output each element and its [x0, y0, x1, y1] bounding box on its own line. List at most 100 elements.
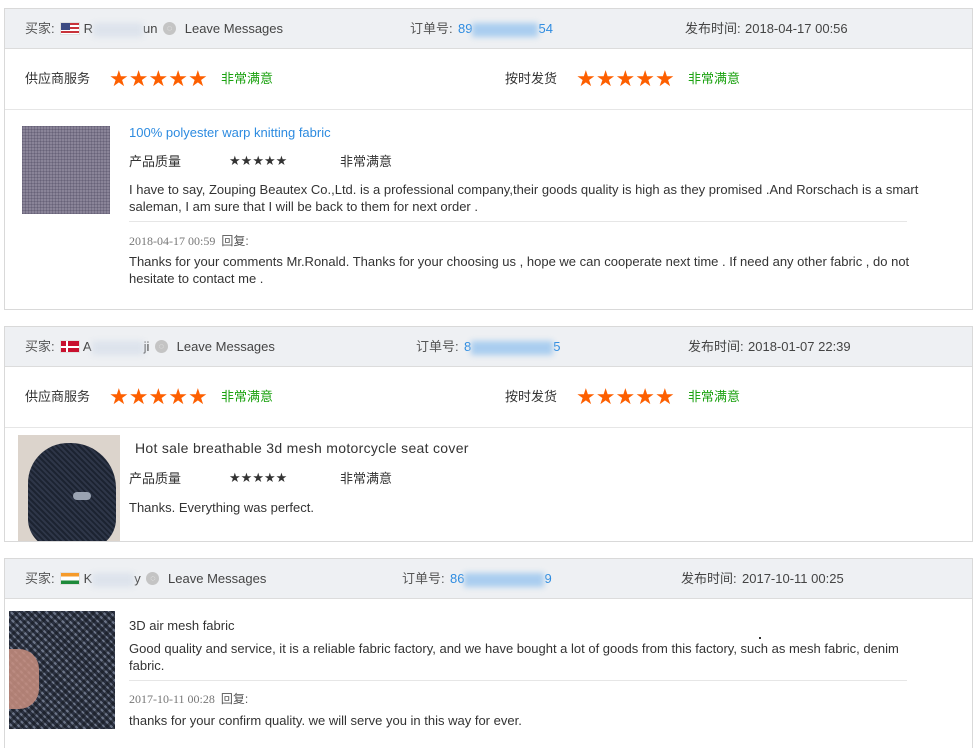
product-title-link[interactable]: 3D air mesh fabric: [129, 617, 234, 634]
satisfaction-text: 非常满意: [221, 389, 274, 404]
star-icon: ★: [168, 66, 188, 91]
buyer-label: 买家:: [25, 339, 55, 354]
star-icon: ★: [240, 153, 253, 168]
star-icon: ★: [263, 470, 276, 485]
supplier-reply: thanks for your confirm quality. we will…: [129, 713, 522, 728]
star-icon: ★: [187, 66, 208, 91]
review-card: 买家: Aji ◌ Leave Messages 订单号: 85 发布时间: 2…: [4, 326, 973, 542]
product-image[interactable]: [18, 435, 120, 541]
star-icon: ★: [252, 153, 264, 168]
star-icon: ★: [229, 153, 241, 168]
satisfaction-text: 非常满意: [340, 471, 393, 486]
order-number[interactable]: 89 54: [458, 9, 553, 48]
star-icon: ★: [109, 384, 129, 409]
buyer-level-icon: ◌: [154, 340, 168, 354]
satisfaction-text: 非常满意: [221, 71, 274, 86]
on-time-shipping-label: 按时发货: [505, 389, 558, 404]
order-number[interactable]: 86 9: [450, 559, 552, 598]
star-icon: ★: [595, 66, 616, 91]
leave-messages-link[interactable]: Leave Messages: [177, 339, 275, 354]
order-label: 订单号:: [416, 339, 459, 354]
supplier-service-stars: ★★★★★: [109, 49, 208, 109]
reply-time: 2017-10-11 00:28: [129, 692, 215, 706]
buyer-name: Aji: [82, 339, 150, 355]
seat-cover-shape: [28, 443, 116, 541]
order-number[interactable]: 85: [464, 327, 560, 366]
satisfaction-text: 非常满意: [340, 154, 393, 169]
supplier-service-label: 供应商服务: [25, 389, 91, 404]
supplier-service-stars: ★★★★★: [109, 367, 208, 427]
star-icon: ★: [576, 384, 596, 409]
star-icon: ★: [128, 384, 149, 409]
buyer-comment: Good quality and service, it is a reliab…: [129, 641, 899, 673]
published-label: 发布时间:: [685, 21, 741, 36]
star-icon: ★: [635, 66, 655, 91]
product-quality-label: 产品质量: [129, 471, 182, 486]
review-card: 买家: Run ◌ Leave Messages 订单号: 89 54 发布时间:…: [4, 8, 973, 310]
buyer-name: Ky: [83, 571, 141, 587]
supplier-service-label: 供应商服务: [25, 71, 91, 86]
star-icon: ★: [128, 66, 149, 91]
dk-flag-icon: [60, 340, 80, 354]
product-image[interactable]: [22, 126, 110, 214]
satisfaction-text: 非常满意: [688, 71, 741, 86]
supplier-reply: Thanks for your comments Mr.Ronald. Than…: [129, 254, 910, 286]
leave-messages-link[interactable]: Leave Messages: [168, 571, 266, 586]
review-header: 买家: Aji ◌ Leave Messages 订单号: 85 发布时间: 2…: [5, 327, 972, 367]
buyer-label: 买家:: [25, 21, 55, 36]
us-flag-icon: [60, 22, 80, 36]
satisfaction-text: 非常满意: [688, 389, 741, 404]
buyer-level-icon: ◌: [146, 572, 160, 586]
star-icon: ★: [252, 470, 264, 485]
on-time-shipping-stars: ★★★★★: [576, 49, 675, 109]
on-time-shipping-label: 按时发货: [505, 71, 558, 86]
star-icon: ★: [635, 384, 655, 409]
star-icon: ★: [109, 66, 129, 91]
reply-meta: 2018-04-17 00:59 回复:: [129, 232, 249, 249]
published-time: 2017-10-11 00:25: [742, 571, 844, 586]
buyer-name: Run: [83, 21, 158, 37]
review-header: 买家: Run ◌ Leave Messages 订单号: 89 54 发布时间:…: [5, 9, 972, 49]
order-label: 订单号:: [410, 21, 453, 36]
star-icon: ★: [148, 66, 168, 91]
published-label: 发布时间:: [688, 339, 744, 354]
product-quality-label: 产品质量: [129, 154, 182, 169]
star-icon: ★: [229, 470, 241, 485]
seat-logo: [73, 492, 91, 500]
review-header: 买家: Ky ◌ Leave Messages 订单号: 86 9 发布时间: 2…: [5, 559, 972, 599]
star-icon: ★: [263, 153, 276, 168]
star-icon: ★: [595, 384, 616, 409]
star-icon: ★: [168, 384, 188, 409]
reply-meta: 2017-10-11 00:28 回复:: [129, 690, 248, 707]
divider: [129, 680, 907, 681]
star-icon: ★: [275, 153, 288, 168]
star-icon: ★: [187, 384, 208, 409]
ratings-row: 供应商服务 ★★★★★ 非常满意 按时发货 ★★★★★ 非常满意: [5, 49, 972, 110]
order-label: 订单号:: [402, 571, 445, 586]
star-icon: ★: [654, 66, 675, 91]
buyer-label: 买家:: [25, 571, 55, 586]
star-icon: ★: [654, 384, 675, 409]
divider: [129, 221, 907, 222]
star-icon: ★: [576, 66, 596, 91]
reply-label: 回复:: [221, 234, 249, 248]
buyer-info: Run ◌ Leave Messages: [60, 9, 283, 48]
stray-dot: [759, 637, 761, 639]
ratings-row: 供应商服务 ★★★★★ 非常满意 按时发货 ★★★★★ 非常满意: [5, 367, 972, 428]
buyer-level-icon: ◌: [163, 22, 177, 36]
published-label: 发布时间:: [681, 571, 737, 586]
product-image[interactable]: [9, 611, 115, 729]
published-time: 2018-01-07 22:39: [748, 339, 851, 354]
star-icon: ★: [615, 66, 635, 91]
buyer-info: Ky ◌ Leave Messages: [60, 559, 266, 598]
product-quality-stars: ★★★★★: [229, 454, 287, 502]
buyer-info: Aji ◌ Leave Messages: [60, 327, 275, 366]
reply-label: 回复:: [220, 692, 249, 706]
leave-messages-link[interactable]: Leave Messages: [185, 21, 283, 36]
buyer-comment: Thanks. Everything was perfect.: [129, 500, 314, 515]
product-title-link[interactable]: Hot sale breathable 3d mesh motorcycle s…: [135, 440, 469, 457]
hand-shape: [9, 649, 39, 709]
buyer-comment: I have to say, Zouping Beautex Co.,Ltd. …: [129, 182, 919, 214]
star-icon: ★: [240, 470, 253, 485]
product-quality-stars: ★★★★★: [229, 137, 287, 185]
